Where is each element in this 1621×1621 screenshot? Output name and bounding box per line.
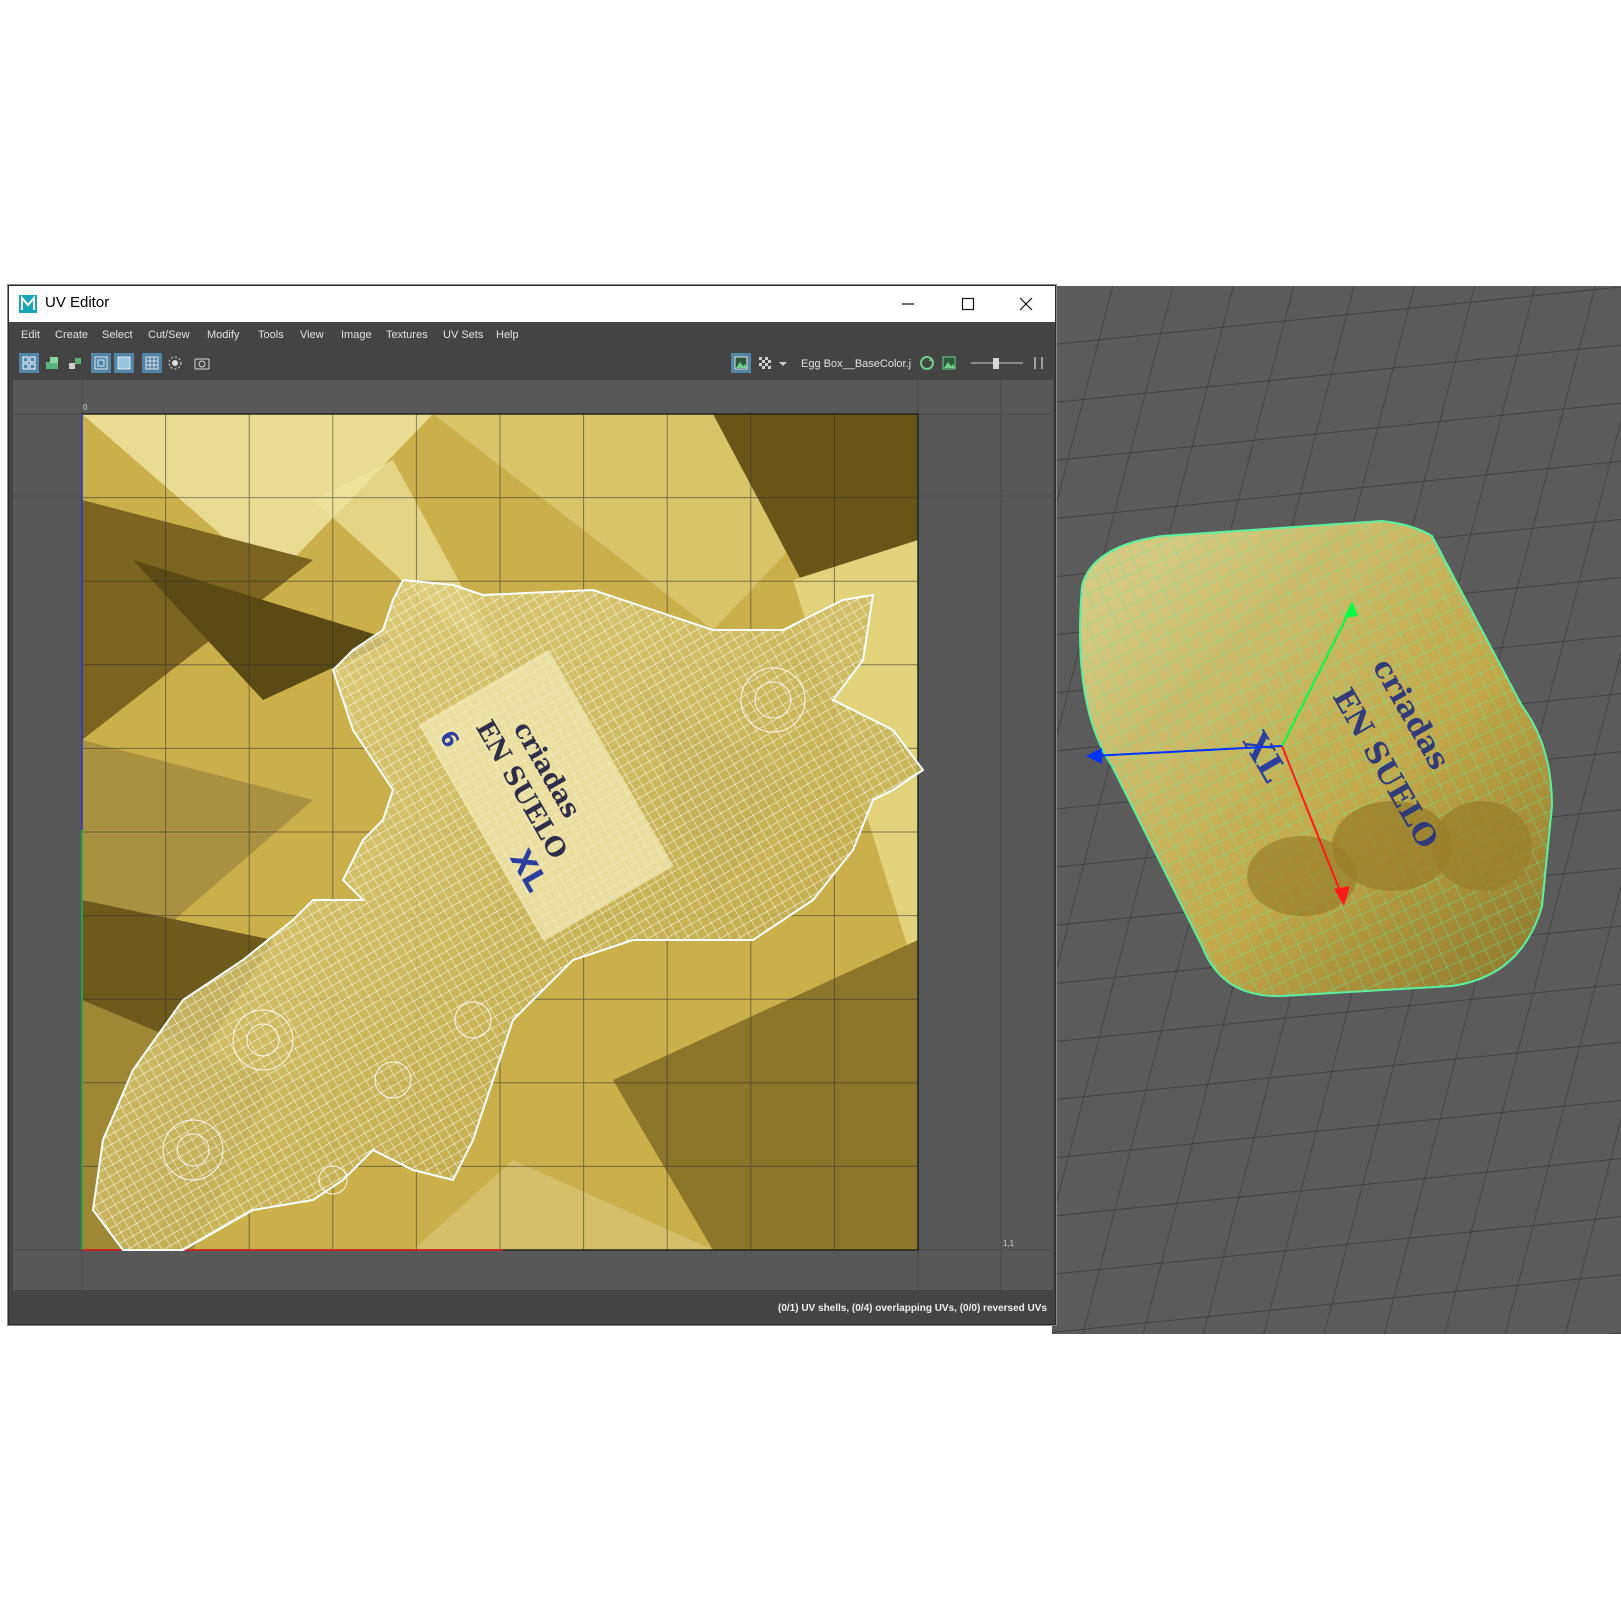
window-title: UV Editor	[45, 294, 110, 311]
dropdown-arrow-icon[interactable]	[777, 353, 789, 373]
checker-icon[interactable]	[755, 353, 775, 373]
menu-cut-sew[interactable]: Cut/Sew	[148, 329, 190, 341]
close-button[interactable]	[997, 286, 1055, 322]
uv-snapshot-icon[interactable]	[42, 353, 62, 373]
more-icon[interactable]	[1031, 353, 1047, 373]
maximize-button[interactable]	[939, 286, 997, 322]
menu-create[interactable]: Create	[55, 329, 88, 341]
image-icon[interactable]	[939, 353, 959, 373]
image-display-icon[interactable]	[731, 353, 751, 373]
menu-textures[interactable]: Textures	[386, 329, 428, 341]
uv-viewport-graphics: criadas EN SUELO XL 6 0 1,1	[13, 380, 1053, 1290]
maya-logo-icon	[19, 295, 37, 313]
perspective-viewport[interactable]: criadas EN SUELO XL	[1052, 286, 1621, 1334]
uv-toolbar: Egg Box__BaseColor.j	[9, 348, 1055, 380]
minimize-button[interactable]	[879, 286, 937, 322]
uv-origin-label: 0	[83, 403, 88, 412]
menu-select[interactable]: Select	[102, 329, 133, 341]
close-icon	[1019, 297, 1033, 311]
viewport-scene: criadas EN SUELO XL	[1052, 286, 1621, 1334]
menu-bar: Edit Create Select Cut/Sew Modify Tools …	[9, 326, 1055, 348]
menu-edit[interactable]: Edit	[21, 329, 40, 341]
menu-modify[interactable]: Modify	[207, 329, 239, 341]
isolate-icon[interactable]	[165, 353, 185, 373]
menu-tools[interactable]: Tools	[258, 329, 284, 341]
minimize-icon	[902, 303, 914, 305]
camera-icon[interactable]	[192, 353, 212, 373]
uv-corner-label: 1,1	[1003, 1239, 1015, 1248]
uv-canvas[interactable]: criadas EN SUELO XL 6 0 1,1	[13, 380, 1053, 1290]
grid-icon[interactable]	[142, 353, 162, 373]
menu-image[interactable]: Image	[341, 329, 372, 341]
maximize-icon	[961, 297, 975, 311]
shaded-icon[interactable]	[114, 353, 134, 373]
uv-layout-icon[interactable]	[65, 353, 85, 373]
wireframe-icon[interactable]	[91, 353, 111, 373]
title-bar[interactable]: UV Editor	[9, 286, 1055, 322]
menu-view[interactable]: View	[300, 329, 324, 341]
refresh-texture-icon[interactable]	[917, 353, 937, 373]
menu-uv-sets[interactable]: UV Sets	[443, 329, 483, 341]
uv-shell-icon[interactable]	[19, 353, 39, 373]
texture-name-label: Egg Box__BaseColor.j	[801, 358, 912, 370]
exposure-slider[interactable]	[967, 353, 1027, 373]
uv-status-text: (0/1) UV shells, (0/4) overlapping UVs, …	[778, 1303, 1047, 1314]
menu-help[interactable]: Help	[496, 329, 519, 341]
uv-editor-window: UV Editor Edit Create Select Cut/Sew Mod…	[8, 285, 1056, 1325]
